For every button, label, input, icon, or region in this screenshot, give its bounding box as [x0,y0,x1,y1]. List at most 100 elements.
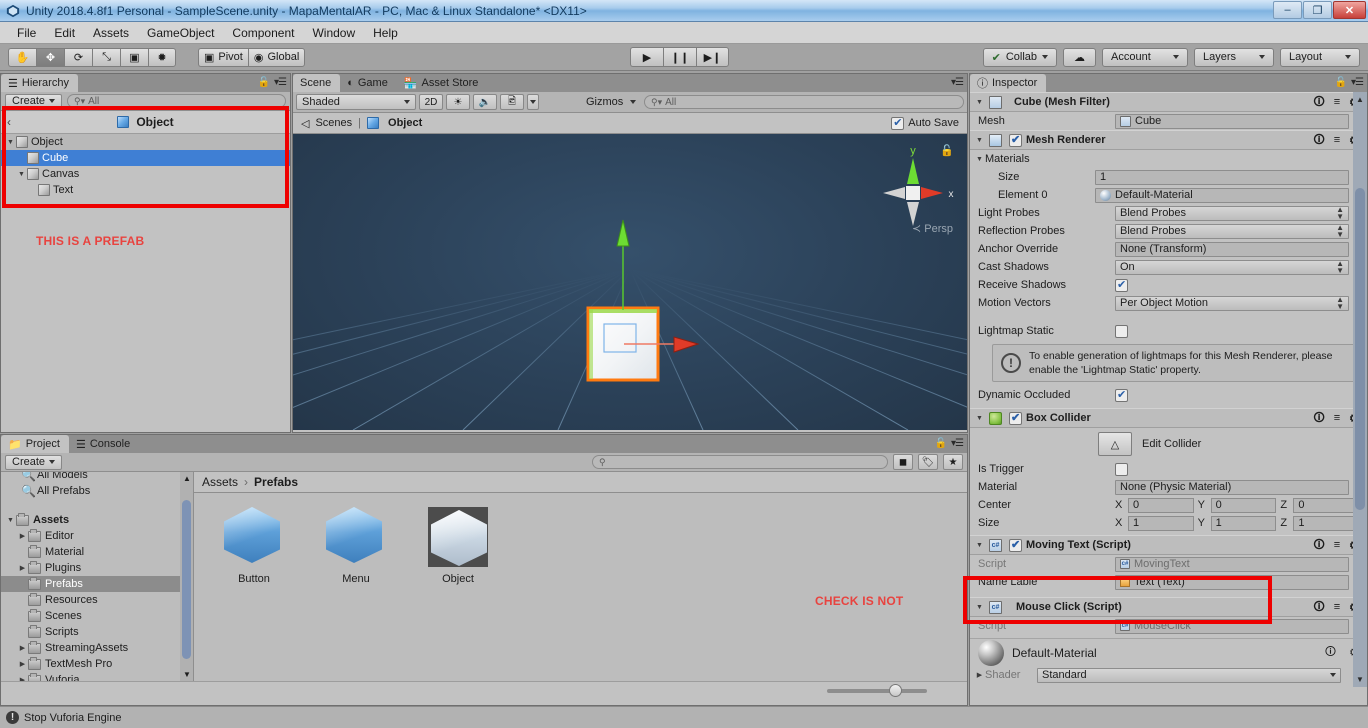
lock-icon[interactable]: 🔓 [1335,77,1347,88]
chevron-down-icon[interactable] [974,604,985,611]
tab-game[interactable]: ◐ Game [340,74,397,92]
icon-size-slider[interactable] [827,683,927,697]
menu-help[interactable]: Help [364,24,407,42]
dynamic-occluded-checkbox[interactable] [1115,388,1128,402]
restore-button[interactable]: ❐ [1303,1,1332,19]
component-header-mesh-filter[interactable]: Cube (Mesh Filter) 🛈 ≡ ⚙ [970,92,1367,112]
size-y-input[interactable]: 1 [1210,515,1277,531]
project-tree-editor[interactable]: Editor [1,528,193,544]
step-button[interactable]: ▶❙ [696,47,729,67]
project-tree-resources[interactable]: Resources [1,592,193,608]
toggle-2d-button[interactable]: 2D [419,94,443,110]
chevron-right-icon[interactable] [17,676,28,681]
project-tree-textmesh-pro[interactable]: TextMesh Pro [1,656,193,672]
light-probes-dropdown[interactable]: Blend Probes ▲ ▼ [1115,205,1349,221]
rect-tool-button[interactable]: ▣ [120,47,148,67]
component-header-mesh-renderer[interactable]: Mesh Renderer 🛈 ≡ ⚙ [970,130,1367,150]
project-tree-vuforia[interactable]: Vuforia [1,672,193,681]
menu-edit[interactable]: Edit [45,24,84,42]
chevron-right-icon[interactable] [17,564,28,572]
panel-menu-icon[interactable]: ▾☰ [1351,77,1364,88]
anchor-override-object-field[interactable]: None (Transform) [1115,241,1349,257]
project-tree-plugins[interactable]: Plugins [1,560,193,576]
receive-shadows-checkbox[interactable] [1115,278,1128,292]
scene-selected-cube[interactable] [293,134,967,430]
global-toggle-button[interactable]: ◉ Global [247,47,306,67]
component-enabled-checkbox[interactable] [1009,411,1022,425]
hierarchy-item-object[interactable]: Object [1,134,290,150]
tab-inspector[interactable]: ⓘ Inspector [970,74,1047,92]
physic-material-object-field[interactable]: None (Physic Material) [1115,479,1349,495]
scroll-down-arrow-icon[interactable]: ▼ [183,670,191,679]
scene-audio-icon[interactable]: 🔈 [473,94,497,110]
chevron-down-icon[interactable] [974,137,985,144]
account-button[interactable]: Account [1102,47,1188,67]
project-tree-scenes[interactable]: Scenes [1,608,193,624]
tab-hierarchy[interactable]: ☰ Hierarchy [1,74,78,92]
name-lable-object-field[interactable]: Text (Text) [1115,574,1349,590]
scene-lighting-icon[interactable]: ☀ [446,94,470,110]
help-icon[interactable]: 🛈 [1313,598,1324,617]
scene-projection-label[interactable]: ≺ Persp [912,222,953,235]
material-preview-header[interactable]: Default-Material 🛈 ⚙ [970,638,1367,666]
material-object-field[interactable]: Default-Material [1095,187,1349,203]
center-z-input[interactable]: 0 [1293,497,1360,513]
help-icon[interactable]: 🛈 [1313,536,1324,555]
auto-save-checkbox[interactable] [891,116,905,130]
size-input[interactable]: 1 [1095,169,1349,185]
slider-knob[interactable] [889,683,902,697]
pause-button[interactable]: ❙❙ [663,47,696,67]
reflection-probes-dropdown[interactable]: Blend Probes ▲ ▼ [1115,223,1349,239]
property-row-materials[interactable]: Materials [970,150,1367,168]
menu-component[interactable]: Component [223,24,303,42]
chevron-down-icon[interactable] [5,517,16,524]
panel-menu-icon[interactable]: ▾☰ [951,77,964,88]
chevron-down-icon[interactable] [5,139,16,146]
chevron-right-icon[interactable] [974,671,985,679]
lock-icon[interactable]: 🔓 [258,77,270,88]
component-header-box-collider[interactable]: Box Collider 🛈 ≡ ⚙ [970,408,1367,429]
layout-button[interactable]: Layout [1280,47,1360,67]
chevron-right-icon[interactable] [17,532,28,540]
size-z-input[interactable]: 1 [1293,515,1360,531]
breadcrumb-assets[interactable]: Assets [202,475,238,489]
size-x-input[interactable]: 1 [1128,515,1194,531]
component-header-mouse-click[interactable]: c# Mouse Click (Script) 🛈 ≡ ⚙ [970,597,1367,618]
preset-icon[interactable]: ≡ [1334,134,1340,146]
component-enabled-checkbox[interactable] [1009,538,1022,552]
project-tree-all-prefabs[interactable]: 🔍 All Prefabs [1,483,193,499]
project-tree-scripts[interactable]: Scripts [1,624,193,640]
project-search-input[interactable]: ⚲ [592,455,888,469]
pivot-toggle-button[interactable]: ▣ Pivot [198,47,248,67]
edit-collider-button[interactable]: △ [1098,432,1132,457]
lock-icon[interactable]: 🔓 [935,438,947,449]
filter-by-type-icon[interactable]: ◼ [893,454,913,470]
transform-tool-button[interactable]: ✹ [148,47,176,67]
scale-tool-button[interactable]: ⤡ [92,47,120,67]
preset-icon[interactable]: ≡ [1334,601,1340,613]
play-button[interactable]: ▶ [630,47,663,67]
chevron-right-icon[interactable] [17,660,28,668]
hierarchy-search-input[interactable]: ⚲▾ All [67,94,286,108]
menu-window[interactable]: Window [303,24,364,42]
mesh-object-field[interactable]: Cube [1115,113,1349,129]
chevron-down-icon[interactable] [974,99,985,106]
cast-shadows-dropdown[interactable]: On ▲ ▼ [1115,259,1349,275]
panel-menu-icon[interactable]: ▾☰ [274,77,287,88]
asset-item-button[interactable]: Button [216,507,292,585]
prefab-back-button[interactable]: ‹ [7,115,11,129]
shader-dropdown[interactable]: Standard [1037,667,1341,683]
preset-icon[interactable]: ≡ [1334,412,1340,424]
scroll-down-arrow-icon[interactable]: ▼ [1356,675,1364,684]
chevron-down-icon[interactable] [974,415,985,422]
scene-fx-icon[interactable]: 🖻 [500,94,524,110]
project-tree-prefabs[interactable]: Prefabs [1,576,193,592]
filter-by-label-icon[interactable]: 🏷 [918,454,938,470]
hierarchy-create-button[interactable]: Create [5,93,63,109]
panel-menu-icon[interactable]: ▾☰ [951,438,964,449]
hierarchy-item-text[interactable]: Text [1,182,290,198]
motion-vectors-dropdown[interactable]: Per Object Motion ▲ ▼ [1115,295,1349,311]
breadcrumb-scenes[interactable]: Scenes [315,117,352,129]
scroll-up-arrow-icon[interactable]: ▲ [1356,95,1364,104]
scrollbar-thumb[interactable] [1355,188,1365,510]
